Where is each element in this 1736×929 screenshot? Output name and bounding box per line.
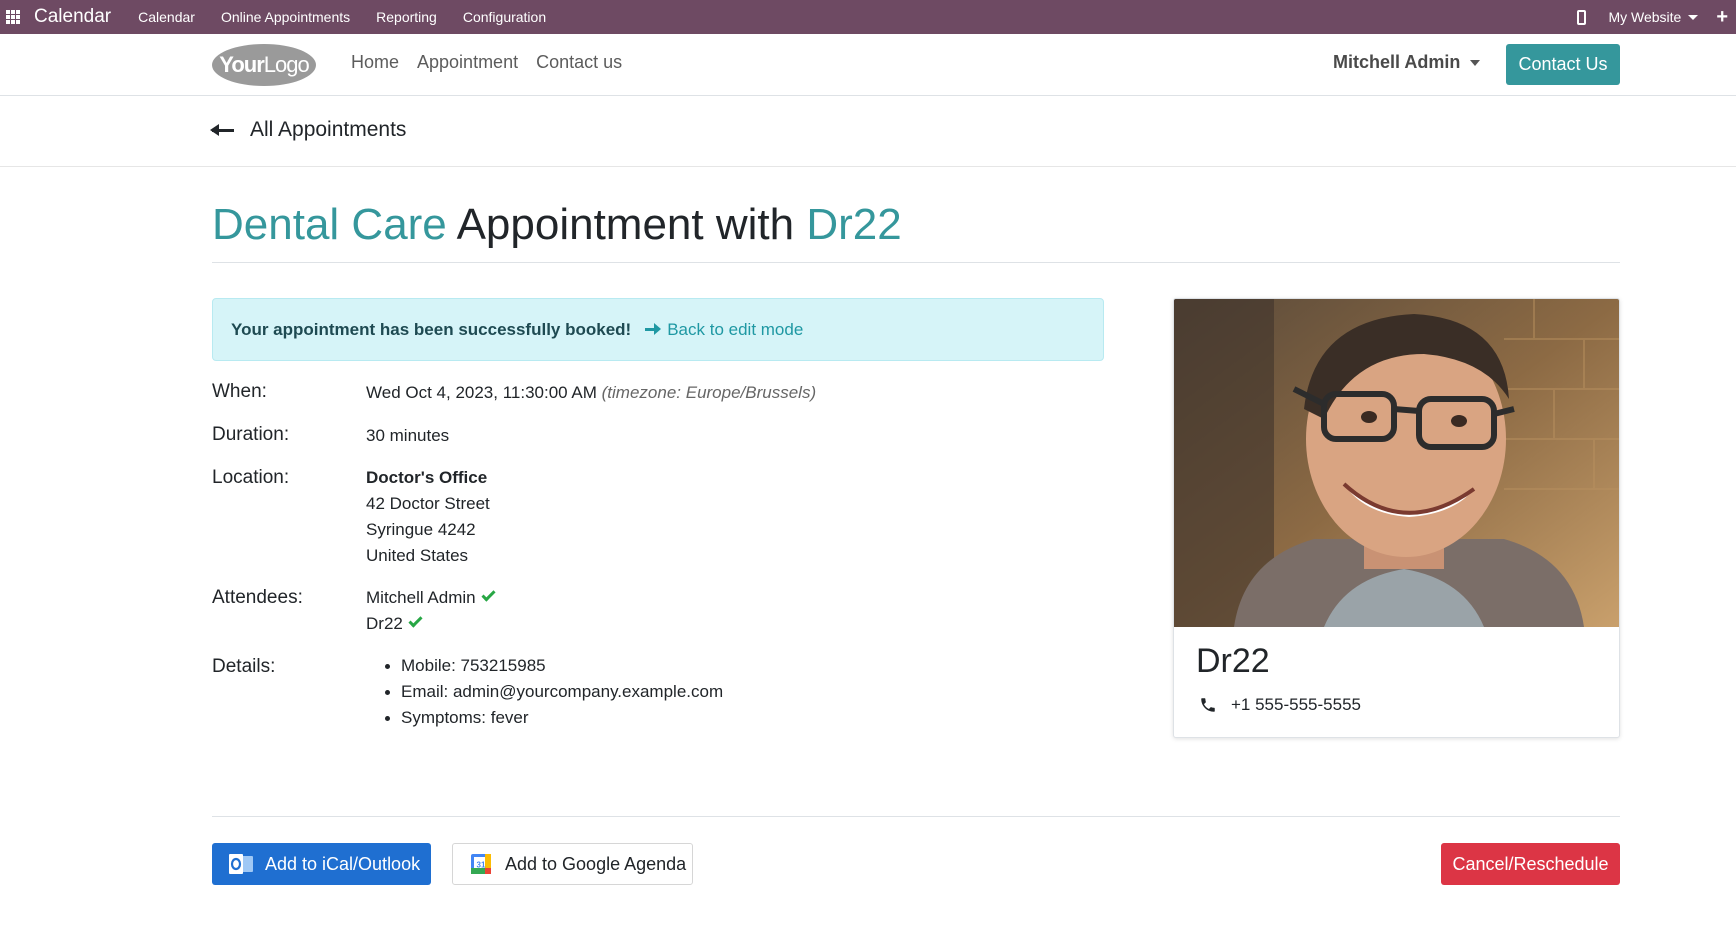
location-value: Doctor's Office 42 Doctor Street Syringu… [366,465,490,569]
website-selector-label: My Website [1608,9,1682,25]
when-label: When: [212,381,267,402]
contact-us-button[interactable]: Contact Us [1506,44,1620,85]
title-divider [212,262,1620,263]
location-street: 42 Doctor Street [366,494,490,513]
google-label: Add to Google Agenda [505,853,687,874]
outlook-icon [229,854,253,874]
logo-text-bold: Your [219,52,264,77]
main-nav: Home Appointment Contact us [342,52,631,73]
attendee-item: Dr22 [366,611,492,637]
duration-value: 30 minutes [366,426,450,445]
location-country: United States [366,546,469,565]
new-content-button[interactable]: + [1716,6,1728,29]
logo[interactable]: Your Logo [212,44,316,86]
apps-grid-icon[interactable] [6,10,20,24]
menu-reporting[interactable]: Reporting [363,9,450,25]
back-bar: All Appointments [0,96,1736,167]
svg-text:31: 31 [477,861,486,870]
phone-icon [1201,698,1215,712]
staff-photo [1174,299,1619,627]
success-alert: Your appointment has been successfully b… [212,298,1104,361]
detail-item: Mobile: 753215985 [366,653,723,679]
card-staff-name: Dr22 [1196,642,1270,680]
all-appointments-label: All Appointments [250,118,407,141]
check-icon [481,587,496,602]
page-title: Dental Care Appointment with Dr22 [212,200,902,250]
attendee-name: Mitchell Admin [366,588,476,607]
mobile-preview-icon[interactable] [1577,9,1587,25]
nav-appointment[interactable]: Appointment [417,52,518,73]
actions-divider [212,816,1620,817]
odoo-top-bar: Calendar Calendar Online Appointments Re… [0,0,1736,34]
attendees-label: Attendees: [212,587,303,608]
cancel-reschedule-button[interactable]: Cancel/Reschedule [1441,843,1620,885]
check-icon [408,613,423,628]
timezone: (timezone: Europe/Brussels) [601,383,817,402]
when-datetime: Wed Oct 4, 2023, 11:30:00 AM [366,383,597,402]
google-calendar-icon: 31 [471,854,491,874]
staff-name: Dr22 [806,200,902,249]
back-to-edit-link[interactable]: Back to edit mode [645,320,803,340]
detail-item: Symptoms: fever [366,705,723,731]
attendees-list: Mitchell Admin Dr22 [366,585,496,637]
app-name[interactable]: Calendar [34,6,111,28]
caret-down-icon [1688,14,1699,20]
add-to-google-agenda-button[interactable]: 31 Add to Google Agenda [452,843,693,885]
staff-card: Dr22 +1 555-555-5555 [1173,298,1620,738]
logo-text-light: Logo [263,52,310,77]
staff-photo-image [1174,299,1619,627]
arrow-left-icon [210,123,234,136]
add-to-ical-outlook-button[interactable]: Add to iCal/Outlook [212,843,431,885]
attendee-name: Dr22 [366,614,403,633]
arrow-right-icon [645,323,662,335]
nav-home[interactable]: Home [351,52,399,73]
card-phone-row: +1 555-555-5555 [1199,695,1361,715]
details-label: Details: [212,656,276,677]
caret-down-icon [1470,59,1481,66]
nav-contact-us[interactable]: Contact us [536,52,622,73]
location-city: Syringue 4242 [366,520,476,539]
duration-label: Duration: [212,424,290,445]
location-label: Location: [212,467,290,488]
card-phone: +1 555-555-5555 [1231,695,1361,714]
website-selector[interactable]: My Website [1608,9,1699,25]
website-header: Your Logo Home Appointment Contact us Mit… [0,34,1736,96]
menu-online-appointments[interactable]: Online Appointments [208,9,363,25]
details-list: Mobile: 753215985 Email: admin@yourcompa… [366,653,723,731]
all-appointments-link[interactable]: All Appointments [210,118,407,142]
user-menu[interactable]: Mitchell Admin [1333,52,1481,73]
location-name: Doctor's Office [366,468,488,487]
menu-configuration[interactable]: Configuration [450,9,559,25]
attendee-item: Mitchell Admin [366,585,496,611]
when-value: Wed Oct 4, 2023, 11:30:00 AM (timezone: … [366,380,816,406]
alert-message: Your appointment has been successfully b… [231,319,632,339]
back-to-edit-label: Back to edit mode [667,319,804,339]
appointment-type: Dental Care [212,200,447,249]
user-name: Mitchell Admin [1333,52,1461,72]
detail-item: Email: admin@yourcompany.example.com [366,679,723,705]
ical-label: Add to iCal/Outlook [265,853,421,874]
title-middle: Appointment with [446,200,807,249]
menu-calendar[interactable]: Calendar [125,9,208,25]
